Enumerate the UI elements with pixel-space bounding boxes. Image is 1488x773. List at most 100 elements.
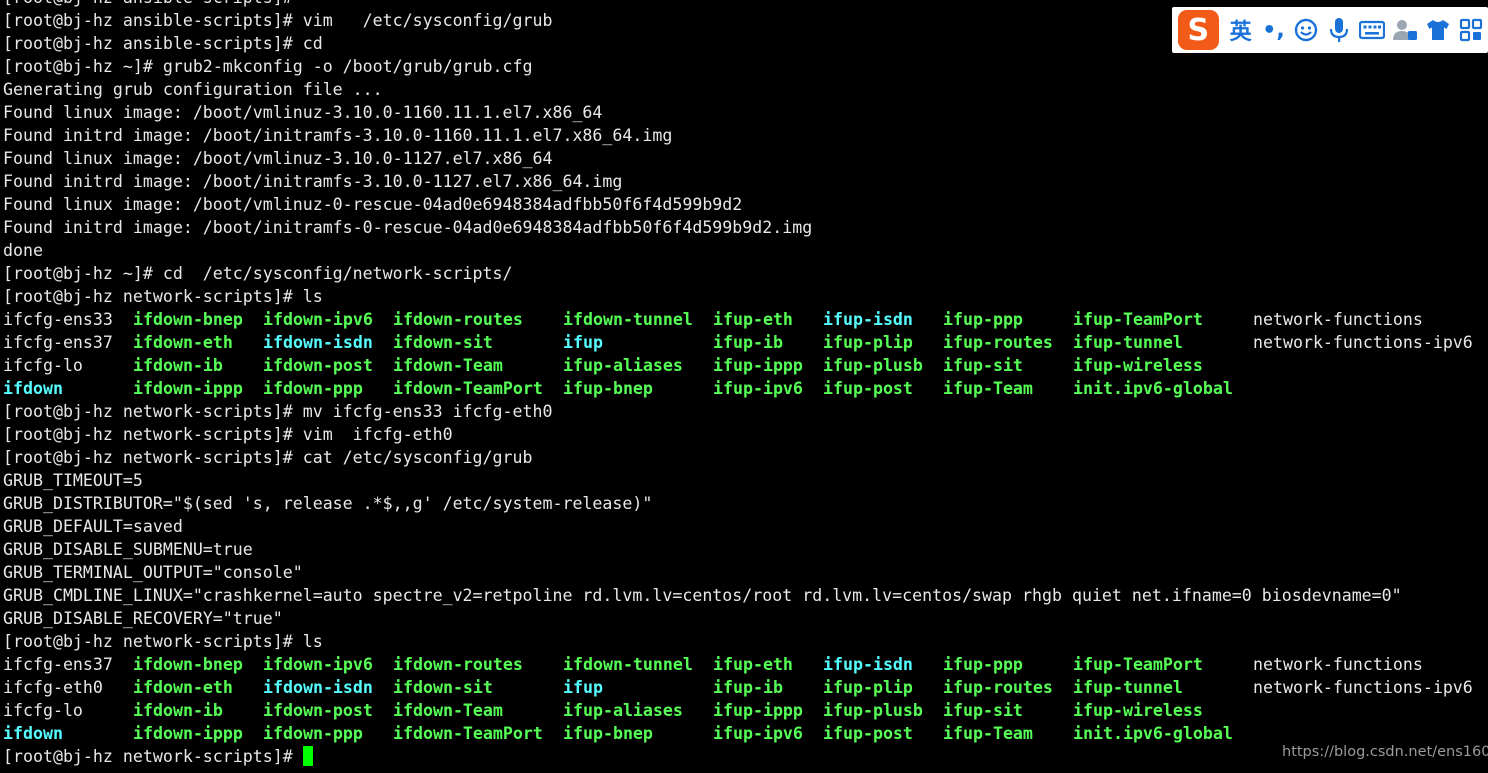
ls-row: ifcfg-ens37 ifdown-eth ifdown-isdn ifdown-s… <box>3 331 1487 354</box>
ls-entry: ifup-sit <box>943 701 1023 720</box>
terminal-line: [root@bj-hz network-scripts]# vim ifcfg-… <box>3 425 453 444</box>
terminal-line: Generating grub configuration file ... <box>3 80 383 99</box>
ls-entry: ifup-plip <box>823 678 913 697</box>
terminal-line: [root@bj-hz network-scripts]# mv ifcfg-e… <box>3 402 553 421</box>
ls-entry: ifup-ipv6 <box>713 724 803 743</box>
smiley-icon[interactable] <box>1290 14 1322 46</box>
ls-output-second: ifcfg-ens37 ifdown-bnep ifdown-ipv6 ifdown-… <box>3 653 1487 745</box>
ls-entry: ifup-eth <box>713 310 793 329</box>
ls-entry: ifdown-bnep <box>133 655 243 674</box>
ls-entry: ifdown-eth <box>133 333 233 352</box>
user-icon[interactable] <box>1389 14 1421 46</box>
ls-entry: ifup-ppp <box>943 655 1023 674</box>
ls-entry: ifup-ppp <box>943 310 1023 329</box>
apps-grid-icon[interactable] <box>1455 14 1487 46</box>
ls-entry: ifdown-ippp <box>133 379 243 398</box>
ls-entry: ifcfg-ens37 <box>3 655 113 674</box>
terminal-line: GRUB_TIMEOUT=5 <box>3 471 143 490</box>
ls-entry: ifup-ippp <box>713 701 803 720</box>
terminal-line: [root@bj-hz network-scripts]# ls <box>3 632 323 651</box>
ls-entry: ifup-aliases <box>563 701 683 720</box>
ls-entry: ifup-post <box>823 379 913 398</box>
ime-toolbar[interactable]: S 英 •, <box>1172 7 1488 53</box>
ls-entry: network-functions <box>1253 655 1423 674</box>
csdn-watermark: https://blog.csdn.net/ens160 <box>1282 744 1488 760</box>
ls-entry: ifcfg-lo <box>3 701 83 720</box>
ls-entry: ifup-bnep <box>563 379 653 398</box>
ls-entry: ifup-ippp <box>713 356 803 375</box>
ls-entry: ifup-TeamPort <box>1073 310 1203 329</box>
ls-entry: ifup-Team <box>943 379 1033 398</box>
ls-entry: network-functions-ipv6 <box>1253 678 1473 697</box>
ls-entry: ifup-ipv6 <box>713 379 803 398</box>
ime-mode-toggle[interactable]: 英 <box>1225 14 1257 46</box>
ls-entry: init.ipv6-global <box>1073 379 1233 398</box>
ls-row: ifcfg-lo ifdown-ib ifdown-post ifdown-Team i… <box>3 699 1487 722</box>
ls-entry: ifdown-tunnel <box>563 310 693 329</box>
terminal-line: GRUB_DISABLE_SUBMENU=true <box>3 540 253 559</box>
ls-entry: ifdown-ib <box>133 356 223 375</box>
ls-entry: ifcfg-ens33 <box>3 310 113 329</box>
ls-entry: ifup-eth <box>713 655 793 674</box>
ls-entry: ifcfg-lo <box>3 356 83 375</box>
ls-entry: ifdown-ppp <box>263 724 363 743</box>
ls-row: ifcfg-ens37 ifdown-bnep ifdown-ipv6 ifdown-… <box>3 653 1487 676</box>
terminal-line: [root@bj-hz ~]# grub2-mkconfig -o /boot/… <box>3 57 533 76</box>
terminal-line: Found initrd image: /boot/initramfs-3.10… <box>3 126 673 145</box>
terminal-line: done <box>3 241 43 260</box>
ls-entry: ifup-isdn <box>823 655 913 674</box>
ls-entry: ifdown-bnep <box>133 310 243 329</box>
ls-entry: ifdown-ipv6 <box>263 310 373 329</box>
microphone-icon[interactable] <box>1323 14 1355 46</box>
terminal-line: Found initrd image: /boot/initramfs-0-re… <box>3 218 813 237</box>
ls-entry: ifup-post <box>823 724 913 743</box>
ls-entry: ifup-TeamPort <box>1073 655 1203 674</box>
ls-entry: ifup-sit <box>943 356 1023 375</box>
ls-entry: ifup-Team <box>943 724 1033 743</box>
terminal-line: Found linux image: /boot/vmlinuz-0-rescu… <box>3 195 743 214</box>
output-block-middle: [root@bj-hz network-scripts]# mv ifcfg-e… <box>3 400 1487 653</box>
ls-entry: ifup-plusb <box>823 701 923 720</box>
ls-entry: ifup-wireless <box>1073 356 1203 375</box>
ls-row: ifdown ifdown-ippp ifdown-ppp ifdown-TeamPo… <box>3 377 1487 400</box>
ls-entry: ifdown-isdn <box>263 678 373 697</box>
ls-entry: ifdown-ppp <box>263 379 363 398</box>
terminal-line: [root@bj-hz network-scripts]# cat /etc/s… <box>3 448 533 467</box>
ls-row: ifcfg-eth0 ifdown-eth ifdown-isdn ifdown-si… <box>3 676 1487 699</box>
terminal-line: GRUB_CMDLINE_LINUX="crashkernel=auto spe… <box>3 586 1402 605</box>
ls-entry: ifup-routes <box>943 678 1053 697</box>
terminal-line: [root@bj-hz ~]# cd /etc/sysconfig/networ… <box>3 264 513 283</box>
ls-entry: ifdown <box>3 379 63 398</box>
ls-entry: ifdown-sit <box>393 678 493 697</box>
terminal-line: GRUB_DEFAULT=saved <box>3 517 183 536</box>
ls-entry: ifup <box>563 678 603 697</box>
ls-entry: ifdown-Team <box>393 356 503 375</box>
ls-entry: ifdown-isdn <box>263 333 373 352</box>
ls-entry: ifup-ib <box>713 333 783 352</box>
ls-entry: ifdown-routes <box>393 310 523 329</box>
ls-entry: ifup-ib <box>713 678 783 697</box>
sogou-logo-icon[interactable]: S <box>1178 10 1219 50</box>
ls-entry: ifup-plip <box>823 333 913 352</box>
shirt-icon[interactable] <box>1422 14 1454 46</box>
ls-entry: network-functions <box>1253 310 1423 329</box>
terminal-window[interactable]: [root@bj-hz ansible-scripts]# [root@bj-h… <box>3 0 1487 773</box>
ls-row: ifdown ifdown-ippp ifdown-ppp ifdown-TeamPo… <box>3 722 1487 745</box>
terminal-line: Found linux image: /boot/vmlinuz-3.10.0-… <box>3 103 603 122</box>
ls-entry: ifdown-post <box>263 356 373 375</box>
keyboard-icon[interactable] <box>1356 14 1388 46</box>
ls-entry: ifup <box>563 333 603 352</box>
punctuation-toggle[interactable]: •, <box>1258 14 1290 46</box>
ls-entry: ifup-tunnel <box>1073 333 1183 352</box>
ls-entry: ifdown-ib <box>133 701 223 720</box>
prompt-line[interactable]: [root@bj-hz network-scripts]# <box>3 745 1487 768</box>
ls-output-first: ifcfg-ens33 ifdown-bnep ifdown-ipv6 ifdown-… <box>3 308 1487 400</box>
ls-row: ifcfg-ens33 ifdown-bnep ifdown-ipv6 ifdown-… <box>3 308 1487 331</box>
terminal-line: Found initrd image: /boot/initramfs-3.10… <box>3 172 623 191</box>
ls-entry: ifdown-ipv6 <box>263 655 373 674</box>
terminal-cursor <box>302 746 313 766</box>
ls-entry: ifdown-eth <box>133 678 233 697</box>
shell-prompt: [root@bj-hz network-scripts]# <box>3 747 303 766</box>
ls-row: ifcfg-lo ifdown-ib ifdown-post ifdown-Team i… <box>3 354 1487 377</box>
terminal-line: Found linux image: /boot/vmlinuz-3.10.0-… <box>3 149 553 168</box>
